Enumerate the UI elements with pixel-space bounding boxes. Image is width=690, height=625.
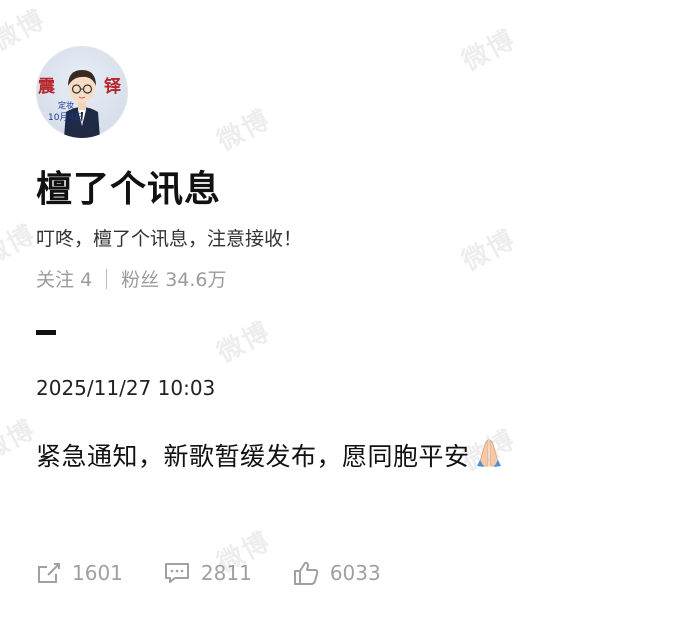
post-content: 紧急通知，新歌暂缓发布，愿同胞平安	[36, 436, 504, 474]
repost-button[interactable]: 1601	[36, 561, 123, 585]
avatar-illustration: 震 铎 定妆 10月4日	[37, 70, 122, 138]
section-divider	[36, 330, 56, 335]
folded-hands-icon	[474, 436, 504, 474]
like-button[interactable]: 6033	[292, 560, 381, 586]
profile-name[interactable]: 檀了个讯息	[36, 160, 221, 212]
repost-count: 1601	[72, 561, 123, 585]
avatar-text-right: 铎	[104, 76, 122, 97]
post-actions: 1601 2811 6033	[36, 560, 421, 586]
thumbs-up-icon	[293, 561, 319, 585]
stats-divider	[106, 268, 108, 289]
post-text: 紧急通知，新歌暂缓发布，愿同胞平安	[36, 442, 470, 471]
avatar-text-top: 震	[37, 77, 56, 97]
post-timestamp: 2025/11/27 10:03	[36, 376, 216, 400]
following-count: 4	[80, 269, 93, 291]
following-label: 关注	[36, 269, 75, 291]
avatar-caption-2: 10月4日	[48, 112, 83, 123]
comment-button[interactable]: 2811	[163, 561, 252, 585]
watermark: 微博	[457, 224, 521, 278]
following-stat[interactable]: 关注 4	[36, 265, 92, 292]
watermark: 微博	[212, 316, 276, 370]
followers-stat[interactable]: 粉丝 34.6万	[121, 265, 226, 292]
like-count: 6033	[329, 561, 381, 585]
avatar[interactable]: 震 铎 定妆 10月4日	[36, 46, 128, 138]
watermark: 微博	[457, 24, 521, 78]
watermark: 微博	[0, 4, 51, 58]
followers-count: 34.6万	[165, 269, 227, 291]
profile-stats: 关注 4 粉丝 34.6万	[36, 265, 227, 292]
comment-icon	[164, 563, 189, 583]
comment-count: 2811	[200, 561, 252, 585]
profile-bio: 叮咚，檀了个讯息，注意接收！	[36, 228, 303, 250]
watermark: 微博	[212, 104, 276, 158]
followers-label: 粉丝	[121, 269, 160, 291]
repost-icon	[38, 563, 60, 583]
avatar-caption-1: 定妆	[58, 100, 74, 110]
